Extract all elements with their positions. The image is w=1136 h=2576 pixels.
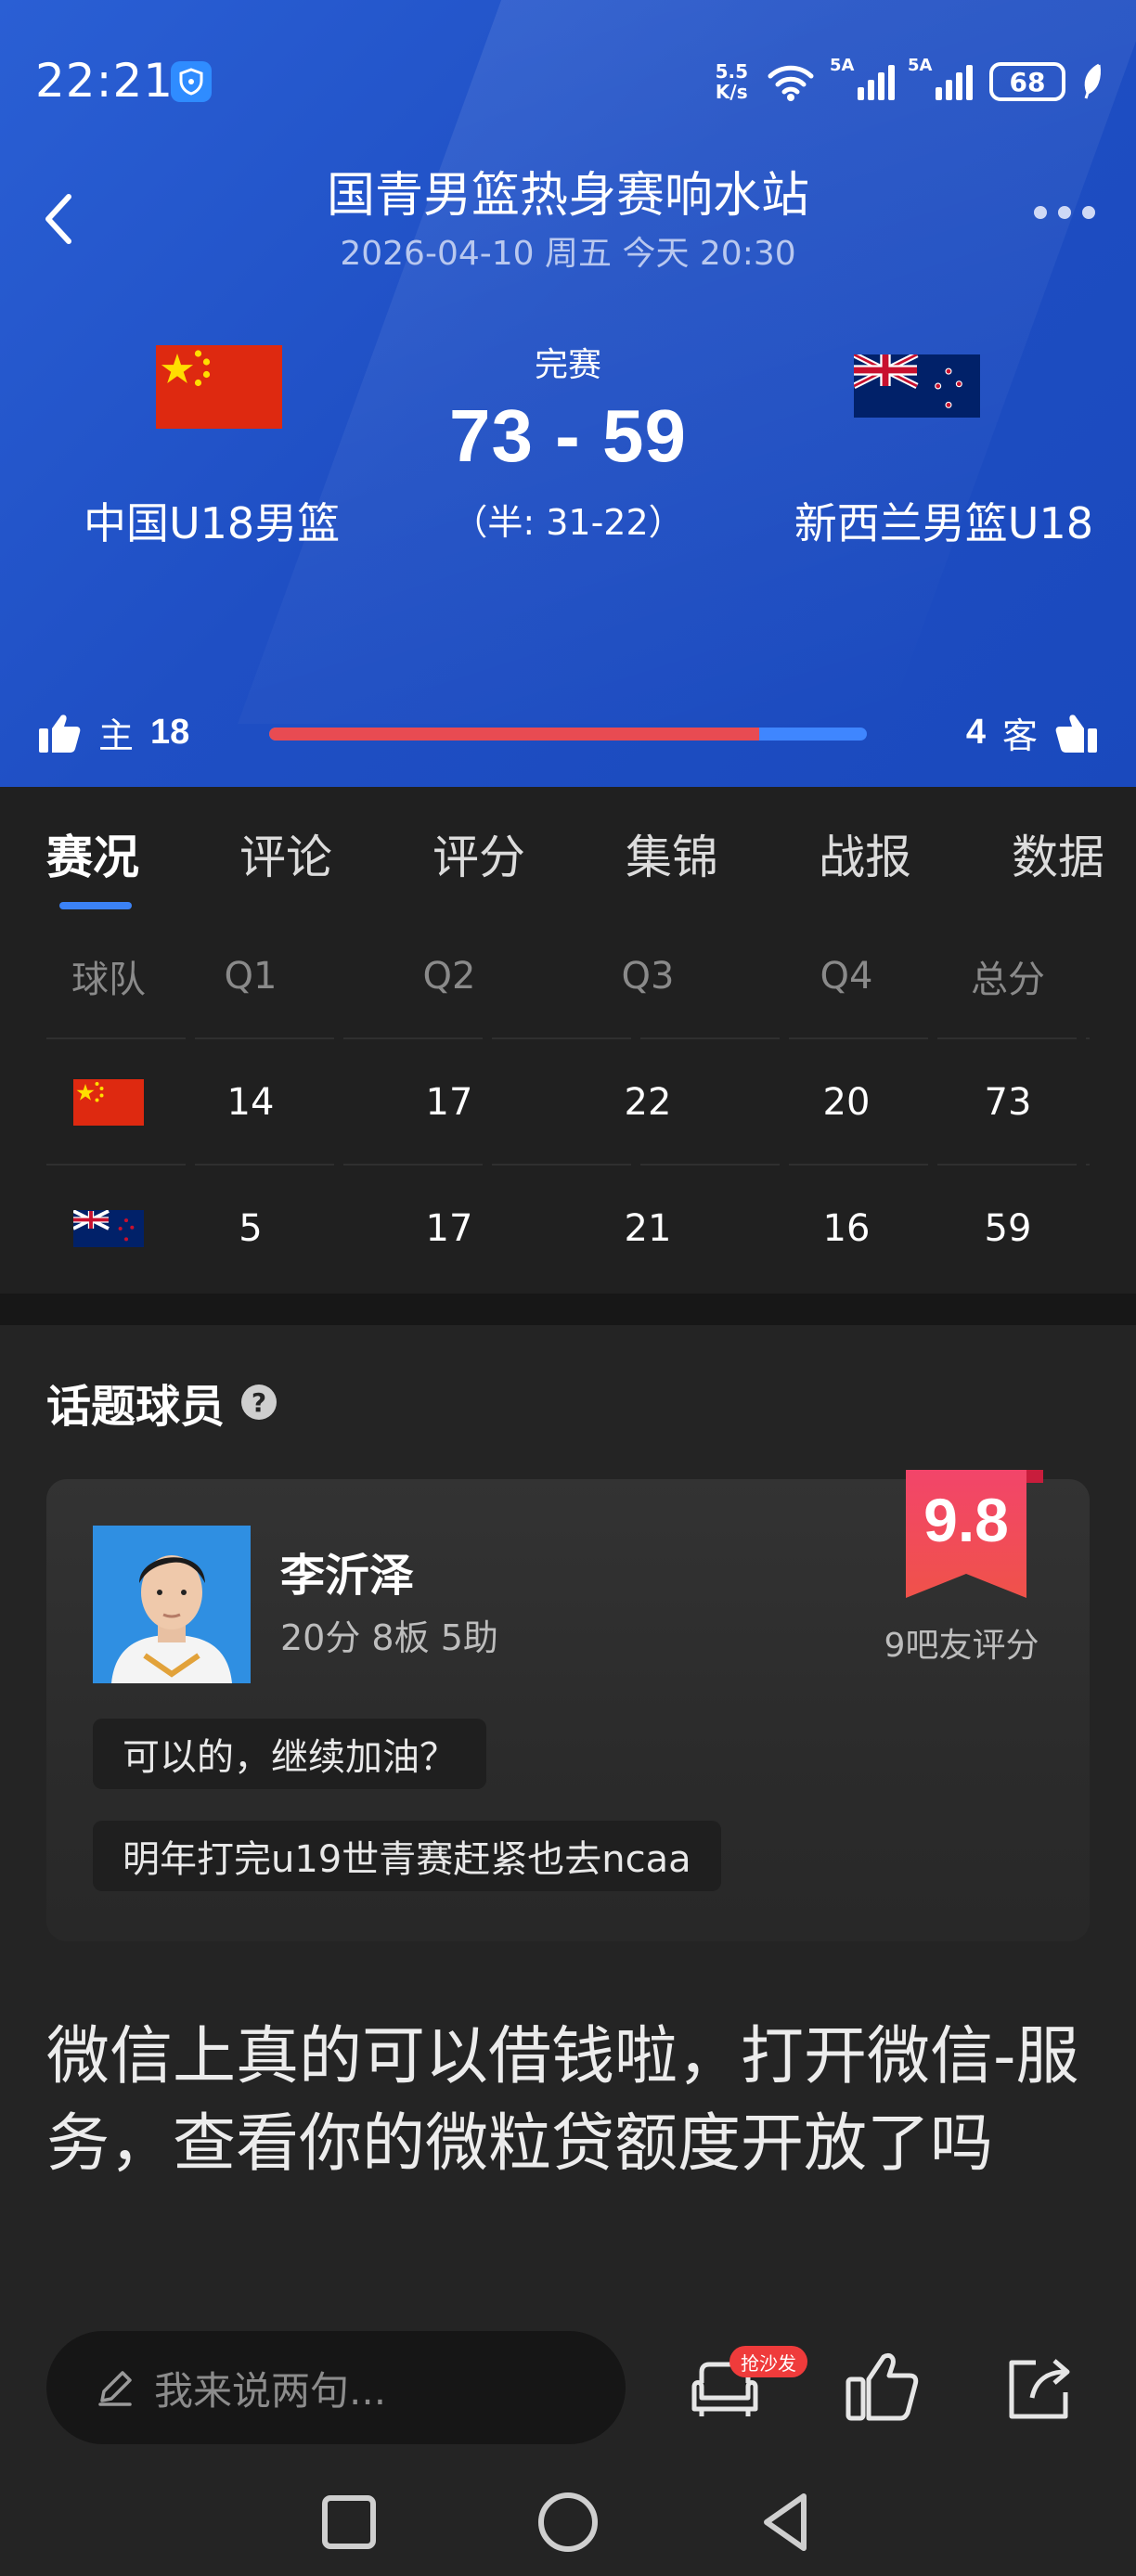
home-q4: 20: [822, 1081, 871, 1124]
bottom-action-bar: 我来说两句... 抢沙发: [0, 2318, 1136, 2467]
table-header-row: 球队 Q1 Q2 Q3 Q4 总分: [46, 913, 1090, 1039]
home-q1: 14: [226, 1081, 275, 1124]
network-speed-value: 5.5: [715, 60, 748, 83]
pencil-icon: [98, 2371, 132, 2406]
away-q4: 16: [822, 1207, 871, 1250]
vote-home-label: 主: [98, 715, 135, 756]
sim2-label: 5A: [908, 56, 933, 75]
promo-text[interactable]: 微信上真的可以借钱啦，打开微信-服务，查看你的微粒贷额度开放了吗: [46, 2014, 1090, 2188]
table-row: 14 17 22 20 73: [46, 1039, 1090, 1166]
tab-stats[interactable]: 数据: [1012, 820, 1104, 887]
signal-sim2-icon: 5A: [908, 56, 973, 100]
security-shield-icon: [171, 61, 212, 102]
tab-ratings[interactable]: 评分: [432, 820, 525, 887]
battery-indicator: 68: [989, 62, 1065, 101]
home-q2: 17: [425, 1081, 473, 1124]
home-q3: 22: [624, 1081, 672, 1124]
tab-report[interactable]: 战报: [819, 820, 911, 887]
player-avatar[interactable]: [93, 1526, 251, 1683]
section-divider: [0, 1294, 1136, 1325]
help-icon[interactable]: ?: [241, 1385, 278, 1420]
vote-away-count: 4: [965, 713, 986, 752]
status-icons: 5.5 K/s 5A 5A 68: [716, 56, 1103, 106]
away-q3: 21: [624, 1207, 672, 1250]
player-stats: 20分 8板 5助: [280, 1617, 498, 1658]
recent-apps-icon[interactable]: [312, 2485, 386, 2559]
vote-ratio-bar: [269, 728, 867, 741]
header-q3: Q3: [621, 955, 675, 998]
leaf-charging-icon: [1084, 63, 1101, 99]
away-q2: 17: [425, 1207, 473, 1250]
tab-comments[interactable]: 评论: [239, 820, 332, 887]
sim1-label: 5A: [830, 56, 855, 75]
comment-chip[interactable]: 明年打完u19世青赛赶紧也去ncaa: [93, 1821, 721, 1891]
back-icon[interactable]: [750, 2485, 824, 2559]
header-q1: Q1: [224, 955, 278, 998]
away-q1: 5: [239, 1207, 263, 1250]
tab-live[interactable]: 赛况: [46, 820, 139, 887]
status-time: 22:21: [35, 54, 174, 108]
china-flag-icon: [46, 1039, 171, 1166]
status-bar: 22:21 5.5 K/s 5A 5A 68: [0, 0, 1136, 158]
vote-home-count: 18: [150, 713, 190, 752]
network-speed-unit: K/s: [715, 81, 748, 103]
tab-highlights[interactable]: 集锦: [626, 820, 718, 887]
player-rating: 9.8: [923, 1486, 1009, 1554]
header-team: 球队: [71, 959, 146, 1001]
rating-label: 9吧友评分: [884, 1627, 1039, 1665]
topic-player-card[interactable]: 李沂泽 20分 8板 5助 9.8 9吧友评分 可以的，继续加油？ 明年打完u1…: [46, 1470, 1090, 1941]
vote-home-fill: [269, 728, 760, 741]
like-icon[interactable]: [841, 2346, 924, 2429]
system-navigation-bar: [0, 2467, 1136, 2576]
sofa-badge: 抢沙发: [729, 2346, 807, 2377]
header-q4: Q4: [820, 955, 873, 998]
wifi-icon: [768, 65, 814, 101]
thumbs-up-icon: [39, 714, 81, 753]
match-status: 完赛: [534, 346, 601, 384]
half-time-score: （半: 31-22）: [452, 502, 684, 543]
tab-bar: 赛况 评论 评分 集锦 战报 数据: [0, 787, 1136, 913]
vote-away-button[interactable]: 4 客: [966, 707, 1099, 758]
final-score: 73 - 59: [448, 394, 688, 477]
away-total: 59: [984, 1207, 1032, 1250]
share-icon[interactable]: [999, 2346, 1082, 2429]
match-header: 22:21 5.5 K/s 5A 5A 68 国青男篮热身赛响水站 2026-0…: [0, 0, 1136, 787]
vote-away-label: 客: [1001, 715, 1038, 756]
vote-home-button[interactable]: 主 18: [37, 707, 189, 758]
network-speed: 5.5 K/s: [716, 61, 748, 102]
signal-sim1-icon: 5A: [830, 56, 895, 100]
comment-input[interactable]: 我来说两句...: [46, 2331, 626, 2444]
active-tab-indicator: [59, 902, 132, 909]
comment-input-placeholder: 我来说两句...: [154, 2367, 387, 2414]
match-datetime: 2026-04-10 周五 今天 20:30: [340, 235, 796, 273]
player-name[interactable]: 李沂泽: [280, 1539, 414, 1604]
more-options-icon[interactable]: [1034, 206, 1095, 219]
header-q2: Q2: [422, 955, 476, 998]
new-zealand-flag-icon: [46, 1166, 171, 1292]
table-row: 5 17 21 16 59: [46, 1166, 1090, 1292]
quarter-score-table: 球队 Q1 Q2 Q3 Q4 总分 14 17 22 20 73 5 17 21…: [0, 913, 1136, 1294]
page-title: 国青男篮热身赛响水站: [326, 168, 809, 224]
comment-chip[interactable]: 可以的，继续加油？: [93, 1719, 486, 1789]
section-title: 话题球员: [46, 1381, 226, 1433]
home-total: 73: [984, 1081, 1032, 1124]
topic-player-header: 话题球员 ?: [46, 1370, 278, 1435]
thumbs-up-icon: [1055, 714, 1097, 753]
home-icon[interactable]: [531, 2485, 605, 2559]
header-total: 总分: [971, 959, 1045, 1001]
